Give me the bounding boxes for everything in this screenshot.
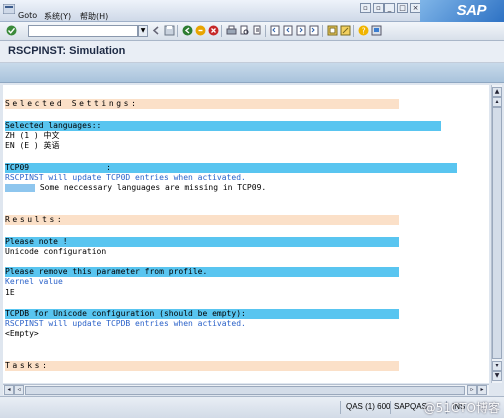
first-page-icon[interactable] (270, 25, 281, 36)
scroll-bottom-icon[interactable]: ▼ (492, 371, 502, 381)
report-output: Selected Settings: Selected languages:: … (3, 85, 489, 383)
results-header: Results: (5, 215, 399, 225)
window-control-buttons: _ □ × (384, 3, 421, 13)
scroll-top-icon[interactable]: ▲ (492, 87, 502, 97)
print-icon[interactable] (226, 25, 237, 36)
svg-text:?: ? (362, 27, 366, 36)
sap-logo-text: SAP (456, 2, 487, 19)
application-toolbar (0, 63, 504, 83)
scroll-left-icon[interactable]: ◃ (14, 385, 24, 395)
back-history-icon[interactable] (151, 25, 162, 36)
status-separator (340, 401, 341, 414)
cancel-icon[interactable] (208, 25, 219, 36)
tcpdb-note: RSCPINST will update TCPDB entries when … (5, 319, 246, 328)
window-icon-mid-icon[interactable]: ▫ (373, 3, 384, 13)
vertical-scroll-thumb[interactable] (492, 107, 502, 359)
enter-check-icon[interactable] (6, 25, 17, 36)
status-system-client[interactable]: QAS (1) 600 (346, 402, 390, 411)
page-title: RSCPINST: Simulation (8, 45, 126, 57)
selected-settings-header: Selected Settings: (5, 99, 399, 109)
horizontal-scrollbar[interactable]: ◂ ◃ ▹ ▸ (3, 384, 489, 395)
please-note-label: Please note ! (5, 237, 399, 247)
scroll-up-icon[interactable]: ▴ (492, 97, 502, 107)
title-bar: RSCPINST: Simulation (0, 41, 504, 63)
remove-param-label: Please remove this parameter from profil… (5, 267, 399, 277)
selected-languages-label: Selected languages:: (5, 121, 441, 131)
kernel-value-label: Kernel value (5, 277, 63, 286)
command-field[interactable] (28, 25, 138, 37)
exit-icon[interactable] (195, 25, 206, 36)
minimize-icon[interactable]: _ (384, 3, 395, 13)
save-icon[interactable] (164, 25, 175, 36)
toolbar-separator (177, 25, 178, 37)
vertical-scrollbar[interactable]: ▲ ▴ ▾ ▼ (491, 85, 502, 383)
tcp0d-note: RSCPINST will update TCP0D entries when … (5, 173, 246, 182)
watermark: @51CTO博客 (423, 401, 500, 415)
find-icon[interactable] (239, 25, 250, 36)
customize-layout-icon[interactable] (371, 25, 382, 36)
status-bar: QAS (1) 600 SAPQAS INS @51CTO博客 (0, 396, 504, 418)
scroll-last-icon[interactable]: ▸ (477, 385, 487, 395)
kernel-value: 1E (5, 288, 15, 297)
missing-languages-row: Some neccessary languages are missing in… (5, 183, 399, 193)
system-menu-icon[interactable] (3, 4, 15, 14)
command-field-dropdown[interactable]: ▼ (138, 25, 148, 37)
tasks-header: Tasks: (5, 361, 399, 371)
tcpdb-value: <Empty> (5, 329, 39, 338)
tcpdb-label: TCPDB for Unicode configuration (should … (5, 309, 399, 319)
previous-page-icon[interactable] (283, 25, 294, 36)
shortcut-icon[interactable] (340, 25, 351, 36)
unicode-config-text: Unicode configuration (5, 247, 107, 256)
scroll-right-icon[interactable]: ▹ (467, 385, 477, 395)
missing-languages-note: Some neccessary languages are missing in… (39, 183, 267, 192)
next-page-icon[interactable] (296, 25, 307, 36)
menu-bar: Goto 系统(Y) 帮助(H) ▫ ▫ _ □ × SAP (0, 0, 504, 22)
toolbar-separator (265, 25, 266, 37)
last-page-icon[interactable] (309, 25, 320, 36)
scroll-first-icon[interactable]: ◂ (4, 385, 14, 395)
language-item: EN (E ) 英语 (5, 141, 60, 150)
create-session-icon[interactable] (327, 25, 338, 36)
scroll-down-icon[interactable]: ▾ (492, 361, 502, 371)
toolbar-separator (322, 25, 323, 37)
toolbar-separator (353, 25, 354, 37)
menu-item-goto[interactable]: Goto (18, 11, 37, 20)
sap-logo: SAP (420, 0, 504, 22)
standard-toolbar: ▼ ? (0, 22, 504, 41)
help-icon[interactable]: ? (358, 25, 369, 36)
menu-item-help[interactable]: 帮助(H) (80, 11, 108, 22)
find-next-icon[interactable] (252, 25, 263, 36)
status-swatch (5, 183, 35, 192)
maximize-icon[interactable]: □ (397, 3, 408, 13)
window-controls: ▫ ▫ (360, 3, 384, 13)
menu-item-system[interactable]: 系统(Y) (44, 11, 71, 22)
language-item: ZH (1 ) 中文 (5, 131, 60, 140)
window-icon-left-icon[interactable]: ▫ (360, 3, 371, 13)
toolbar-separator (221, 25, 222, 37)
horizontal-scroll-thumb[interactable] (25, 386, 465, 395)
status-separator (390, 401, 391, 414)
tcp09-label: TCP09 : (5, 163, 457, 173)
status-message-area (6, 403, 336, 414)
back-icon[interactable] (182, 25, 193, 36)
status-host: SAPQAS (394, 402, 427, 411)
